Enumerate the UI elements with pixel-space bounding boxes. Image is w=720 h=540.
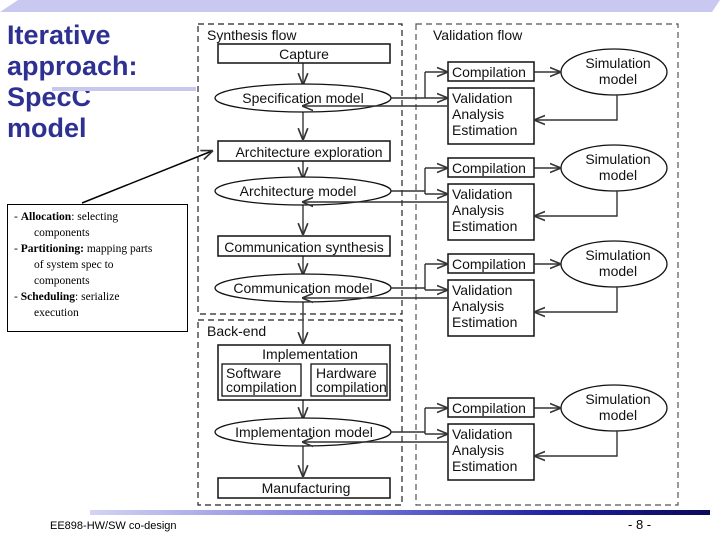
validation-analysis-estimation-label: Estimation [452,458,517,474]
compilation-label: Compilation [452,64,526,80]
note-item-partitioning: - Partitioning: mapping parts [14,243,153,255]
note-continuation: components [34,227,90,239]
communication-synthesis-label: Communication synthesis [224,239,384,255]
note-pointer-arrow [81,151,212,204]
validation-analysis-estimation-label: Analysis [452,298,504,314]
specification-model-label: Specification model [242,90,363,106]
compilation-label: Compilation [452,400,526,416]
validation-analysis-estimation-label: Analysis [452,202,504,218]
compilation-label: Compilation [452,160,526,176]
validation-analysis-estimation-label: Analysis [452,106,504,122]
simulation-model-label: model [599,263,637,279]
implementation-model-label: Implementation model [235,424,373,440]
communication-model-label: Communication model [233,280,372,296]
validation-analysis-estimation-label: Validation [452,426,512,442]
validation-flow-label: Validation flow [433,27,523,43]
validation-analysis-estimation-label: Validation [452,186,512,202]
compilation-label: Compilation [452,256,526,272]
partitioning-note-box: - Allocation: selecting components - Par… [7,204,188,332]
simulation-model-label: Simulation [585,391,650,407]
simulation-model-label: model [599,71,637,87]
architecture-exploration-label: Architecture exploration [235,144,382,160]
simulation-model-label: Simulation [585,55,650,71]
validation-analysis-estimation-label: Validation [452,282,512,298]
validation-analysis-estimation-label: Estimation [452,218,517,234]
capture-label: Capture [279,46,329,62]
simulation-model-label: Simulation [585,247,650,263]
simulation-model-label: Simulation [585,151,650,167]
validation-analysis-estimation-label: Analysis [452,442,504,458]
backend-label: Back-end [207,323,266,339]
course-footer: EE898-HW/SW co-design [50,520,177,532]
validation-units: CompilationSimulationmodelValidationAnal… [303,48,668,481]
synthesis-flow-label: Synthesis flow [207,27,297,43]
simulation-model-label: model [599,167,637,183]
note-continuation: components [34,275,90,287]
simulation-to-validation-arrow [535,191,618,216]
simulation-to-validation-arrow [535,287,618,312]
note-continuation: execution [34,307,79,319]
manufacturing-label: Manufacturing [262,480,351,496]
note-continuation: of system spec to [34,259,114,271]
validation-analysis-estimation-label: Validation [452,90,512,106]
simulation-to-validation-arrow [535,95,618,120]
software-compilation-label: compilation [226,379,297,395]
simulation-to-validation-arrow [535,431,618,456]
note-item-scheduling: - Scheduling: serialize [14,291,120,303]
architecture-model-label: Architecture model [240,183,357,199]
simulation-model-label: model [599,407,637,423]
synthesis-flow-region [197,23,403,315]
hardware-compilation-label: compilation [316,379,387,395]
page-number: - 8 - [628,517,652,532]
validation-analysis-estimation-label: Estimation [452,122,517,138]
validation-analysis-estimation-label: Estimation [452,314,517,330]
implementation-label: Implementation [262,346,358,362]
note-item-allocation: - Allocation: selecting [14,211,119,223]
